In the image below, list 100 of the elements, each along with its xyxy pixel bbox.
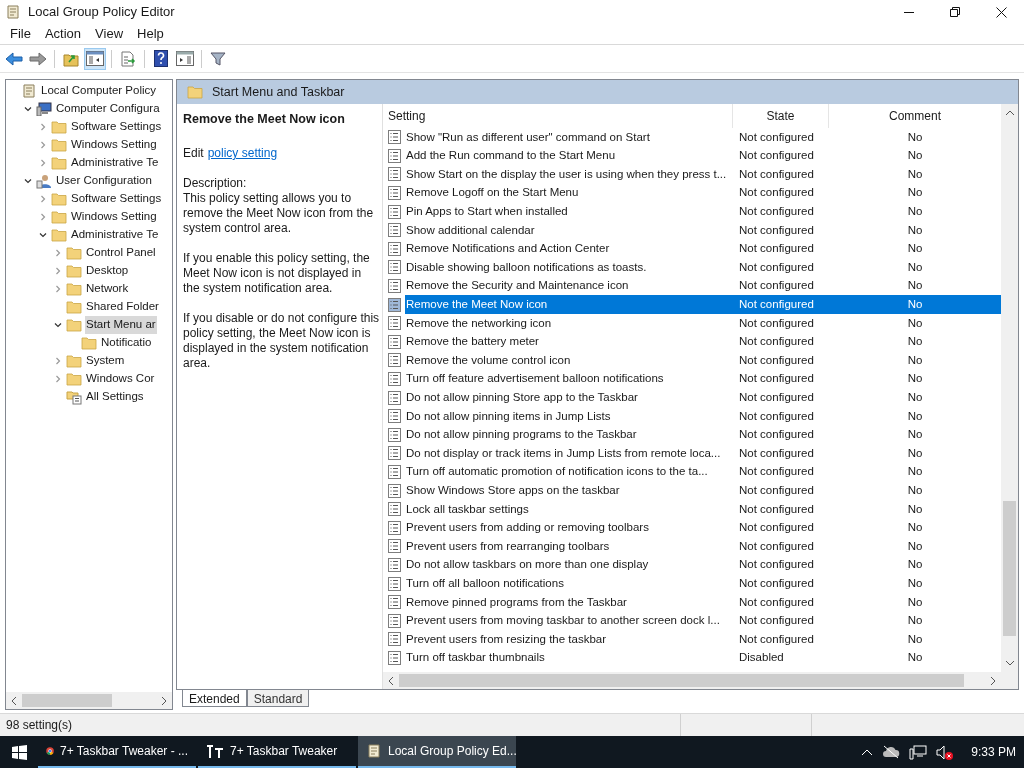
chevron-right-icon[interactable] — [39, 159, 47, 167]
policy-icon — [388, 576, 401, 591]
table-cell-text: Show Start on the display the user is using when they press t... — [405, 166, 728, 182]
table-cell: Not configured — [739, 428, 814, 441]
setting-row[interactable]: Remove the Meet Now icon Not configured No — [383, 295, 1001, 314]
column-header[interactable]: Comment — [829, 104, 1001, 128]
chevron-right-icon[interactable] — [39, 195, 47, 203]
table-cell: Not configured — [739, 223, 814, 236]
policy-icon — [388, 279, 401, 294]
table-cell-text: Add the Run command to the Start Menu — [405, 148, 617, 164]
table-cell-text: Show "Run as different user" command on Start — [405, 129, 651, 145]
chevron-down-icon[interactable] — [39, 231, 47, 239]
chevron-down-icon[interactable] — [24, 177, 32, 185]
chevron-up-icon[interactable] — [861, 748, 874, 756]
tree-item[interactable]: Shared Folder — [85, 298, 160, 316]
network-icon[interactable] — [909, 744, 928, 760]
tree-item[interactable]: Administrative Te — [70, 226, 160, 244]
menu-item[interactable]: File — [3, 24, 38, 44]
taskbar-button[interactable]: Local Group Policy Ed... — [358, 736, 516, 768]
volume-muted-icon[interactable] — [936, 744, 955, 760]
table-cell: Disabled — [739, 651, 784, 664]
action-pane-icon — [176, 51, 194, 66]
chevron-right-icon[interactable] — [54, 285, 62, 293]
chevron-right-icon[interactable] — [54, 375, 62, 383]
tree-item[interactable]: Notificatio — [100, 334, 153, 352]
policy-icon — [388, 613, 401, 628]
table-cell: Not configured — [739, 595, 814, 608]
table-cell: Not configured — [739, 632, 814, 645]
view-tab[interactable]: Extended — [182, 690, 247, 707]
clock[interactable]: 9:33 PM — [971, 743, 1016, 761]
tree-item[interactable]: Software Settings — [70, 118, 163, 136]
tree-item[interactable]: Computer Configura — [55, 100, 161, 118]
table-cell-text: Turn off all balloon notifications — [405, 575, 565, 591]
table-cell: Not configured — [739, 521, 814, 534]
tree-item[interactable]: Control Panel — [85, 244, 157, 262]
table-cell: No — [907, 446, 923, 459]
export-list-icon — [120, 50, 136, 67]
settings-icon — [66, 389, 82, 405]
table-cell: No — [907, 149, 923, 162]
tree-item[interactable]: All Settings — [85, 388, 145, 406]
table-cell: Remove the Meet Now icon — [405, 295, 733, 314]
table-cell-text: Lock all taskbar settings — [405, 501, 530, 517]
chevron-right-icon[interactable] — [39, 213, 47, 221]
chevron-down-icon[interactable] — [24, 105, 32, 113]
tree-item[interactable]: Network — [85, 280, 130, 298]
tree-item[interactable]: Desktop — [85, 262, 130, 280]
table-cell-text: Prevent users from moving taskbar to another screen dock l... — [405, 613, 721, 629]
table-cell: Not configured — [739, 409, 814, 422]
policy-icon — [388, 502, 401, 517]
chevron-right-icon[interactable] — [39, 141, 47, 149]
tree-item[interactable]: Windows Cor — [85, 370, 156, 388]
tree-item[interactable]: User Configuration — [55, 172, 153, 190]
close-icon — [995, 6, 1007, 18]
view-tab[interactable]: Standard — [246, 690, 310, 707]
scrollbar-thumb[interactable] — [22, 694, 112, 707]
policy-icon — [388, 148, 401, 163]
folder-icon — [66, 300, 82, 314]
folder-icon — [66, 372, 82, 386]
minimize-icon — [904, 11, 914, 13]
scroll-icon — [21, 83, 37, 99]
policy-icon — [388, 520, 401, 535]
policy-icon — [388, 204, 401, 219]
tree-pane-icon — [86, 51, 104, 66]
policy-icon — [388, 427, 401, 442]
chevron-right-icon[interactable] — [54, 249, 62, 257]
chevron-right-icon[interactable] — [39, 123, 47, 131]
scrollbar-thumb[interactable] — [1003, 501, 1016, 636]
policy-setting-link[interactable]: policy setting — [207, 146, 278, 161]
tree-item[interactable]: Software Settings — [70, 190, 163, 208]
table-cell: Not configured — [739, 316, 814, 329]
policy-icon — [388, 334, 401, 349]
table-cell-text: Remove the battery meter — [405, 334, 540, 350]
tree-item[interactable]: System — [85, 352, 126, 370]
cloud-offline-icon[interactable] — [882, 745, 901, 759]
tree-item[interactable]: Local Computer Policy — [40, 82, 158, 100]
table-cell: No — [907, 391, 923, 403]
tree-item[interactable]: Administrative Te — [70, 154, 160, 172]
folder-icon — [51, 192, 67, 206]
table-cell: No — [907, 242, 923, 255]
tree-item[interactable]: Start Menu ar — [85, 316, 157, 334]
chevron-right-icon[interactable] — [54, 357, 62, 365]
table-cell: No — [907, 353, 923, 366]
chevron-down-icon[interactable] — [54, 321, 62, 329]
chevron-right-icon[interactable] — [54, 267, 62, 275]
table-cell: Not configured — [739, 353, 814, 366]
column-header[interactable]: State — [733, 104, 829, 128]
toolbar-button[interactable] — [84, 47, 106, 70]
table-cell: No — [907, 558, 923, 571]
policy-icon — [388, 390, 401, 405]
tree-item[interactable]: Windows Setting — [70, 208, 158, 226]
table-cell: No — [907, 130, 923, 143]
tree-item[interactable]: Windows Setting — [70, 136, 158, 154]
scrollbar-thumb[interactable] — [399, 674, 964, 687]
menu-item[interactable]: Action — [37, 24, 89, 44]
menu-item[interactable]: Help — [130, 24, 171, 44]
policy-icon — [388, 372, 401, 386]
scroll-icon — [5, 4, 21, 20]
menu-item[interactable]: View — [88, 24, 131, 44]
table-cell-text: Remove the volume control icon — [405, 352, 572, 368]
table-cell-text: Do not allow pinning items in Jump Lists — [405, 408, 612, 424]
